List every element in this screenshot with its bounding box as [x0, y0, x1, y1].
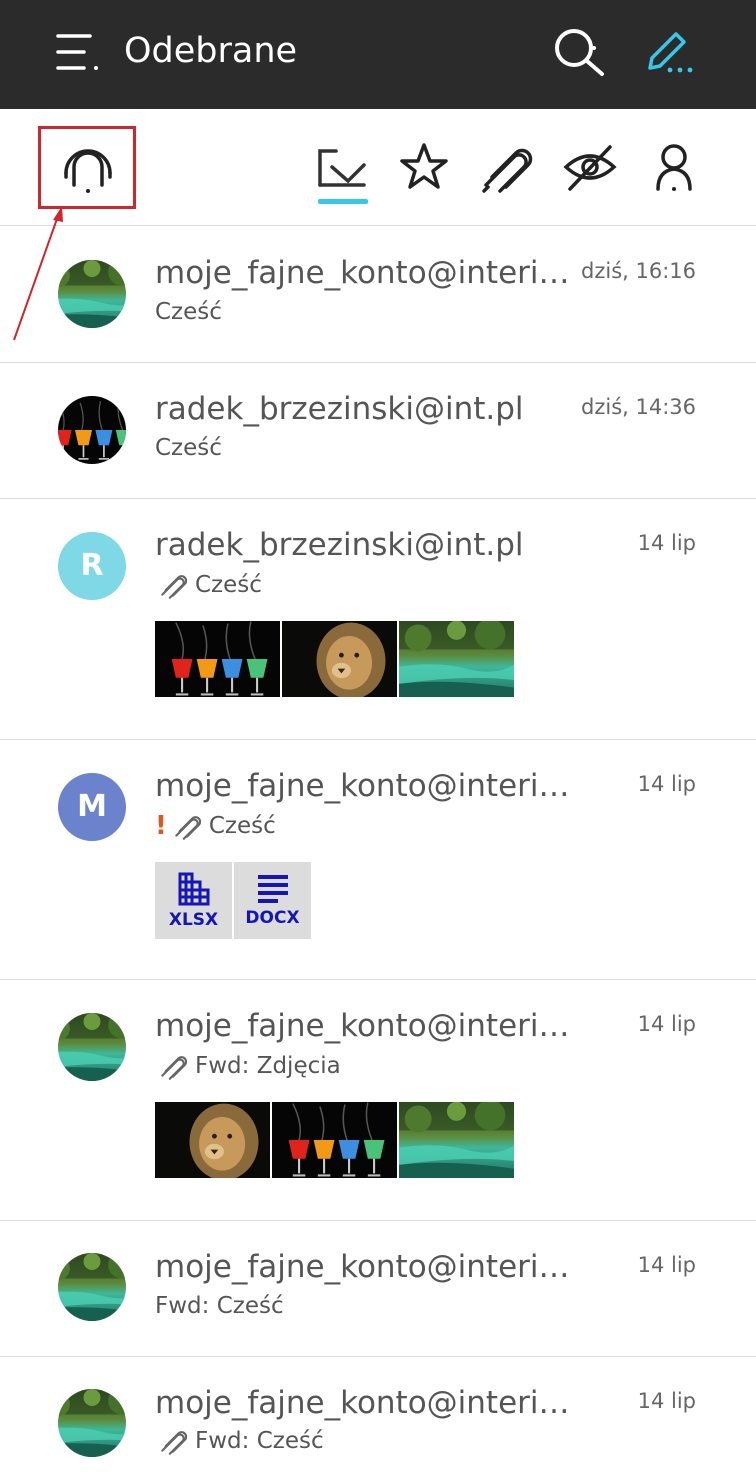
message-subject: Cześć [155, 433, 222, 463]
message-subject: Fwd: Cześć [155, 1425, 324, 1457]
message-subject-text: Fwd: Cześć [195, 1428, 324, 1454]
message-sender: moje_fajne_konto@interia.pl [155, 1249, 580, 1285]
inbox-filter-icon[interactable] [312, 137, 372, 197]
attachment-icon [161, 1431, 188, 1455]
document-icon [257, 874, 288, 903]
search-icon[interactable] [550, 24, 610, 80]
message-date: 14 lip [637, 1389, 696, 1413]
message-row[interactable]: moje_fajne_konto@interia.pl dziś, 16:16 … [0, 227, 756, 363]
app-bar: Odebrane [0, 0, 756, 109]
avatar [58, 1253, 126, 1321]
message-row[interactable]: R radek_brzezinski@int.pl 14 lip Cześć [0, 499, 756, 740]
thumbnail-image[interactable] [155, 621, 280, 697]
message-subject: Fwd: Cześć [155, 1291, 284, 1321]
avatar: R [58, 532, 126, 600]
thumbnail-image[interactable] [399, 621, 514, 697]
message-sender: moje_fajne_konto@interia.pl [155, 1385, 580, 1421]
message-subject-text: Fwd: Zdjęcia [195, 1053, 341, 1079]
thumbnail-image[interactable] [272, 1102, 397, 1178]
message-subject: Cześć [155, 569, 262, 601]
attachment-thumbnails [155, 1102, 514, 1178]
message-subject: Cześć [155, 297, 222, 327]
message-sender: radek_brzezinski@int.pl [155, 391, 524, 427]
attachment-filter-icon[interactable] [476, 137, 536, 197]
thumbnail-image[interactable] [155, 1102, 270, 1178]
message-row[interactable]: moje_fajne_konto@interia.pl 14 lip Fwd: … [0, 1357, 756, 1476]
important-icon: ! [155, 811, 167, 841]
message-date: dziś, 14:36 [581, 395, 696, 419]
docx-file-attachment[interactable]: DOCX [234, 862, 311, 939]
message-date: 14 lip [637, 531, 696, 555]
spreadsheet-icon [178, 872, 209, 905]
message-sender: moje_fajne_konto@interia.pl [155, 1008, 580, 1044]
message-row[interactable]: moje_fajne_konto@interia.pl 14 lip Fwd: … [0, 1221, 756, 1357]
compose-icon[interactable] [638, 24, 698, 80]
starred-filter-icon[interactable] [394, 137, 454, 197]
message-sender: radek_brzezinski@int.pl [155, 527, 524, 563]
file-type-label: XLSX [168, 909, 219, 930]
message-sender: moje_fajne_konto@interia.pl [155, 768, 580, 804]
message-date: 14 lip [637, 1012, 696, 1036]
attachment-icon [161, 1056, 188, 1080]
message-sender: moje_fajne_konto@interia.pl [155, 255, 580, 291]
message-date: 14 lip [637, 1253, 696, 1277]
avatar [58, 260, 126, 328]
message-date: 14 lip [637, 772, 696, 796]
attachment-thumbnails [155, 621, 514, 697]
avatar [58, 396, 126, 464]
menu-icon[interactable] [52, 28, 104, 76]
thumbnail-image[interactable] [399, 1102, 514, 1178]
avatar [58, 1013, 126, 1081]
message-date: dziś, 16:16 [581, 259, 696, 283]
attachment-files: XLSX DOCX [155, 862, 311, 939]
annotation-highlight-box [38, 126, 136, 209]
message-subject-text: Cześć [208, 813, 276, 839]
message-subject-text: Fwd: Cześć [155, 1293, 284, 1319]
active-filter-indicator [318, 199, 368, 204]
attachment-icon [175, 816, 201, 840]
message-row[interactable]: M moje_fajne_konto@interia.pl 14 lip ! C… [0, 740, 756, 980]
message-subject: Fwd: Zdjęcia [155, 1050, 341, 1082]
contacts-filter-icon[interactable] [644, 137, 704, 197]
message-subject: ! Cześć [155, 810, 276, 842]
message-subject-text: Cześć [155, 435, 222, 461]
file-type-label: DOCX [245, 907, 300, 928]
hidden-filter-icon[interactable] [560, 137, 620, 197]
xlsx-file-attachment[interactable]: XLSX [155, 862, 232, 939]
thumbnail-image[interactable] [282, 621, 397, 697]
avatar: M [58, 773, 126, 841]
attachment-icon [161, 575, 188, 599]
page-title: Odebrane [124, 31, 298, 71]
message-subject-text: Cześć [195, 572, 262, 598]
message-row[interactable]: radek_brzezinski@int.pl dziś, 14:36 Cześ… [0, 363, 756, 499]
message-row[interactable]: moje_fajne_konto@interia.pl 14 lip Fwd: … [0, 980, 756, 1221]
message-subject-text: Cześć [155, 299, 222, 325]
avatar [58, 1389, 126, 1457]
